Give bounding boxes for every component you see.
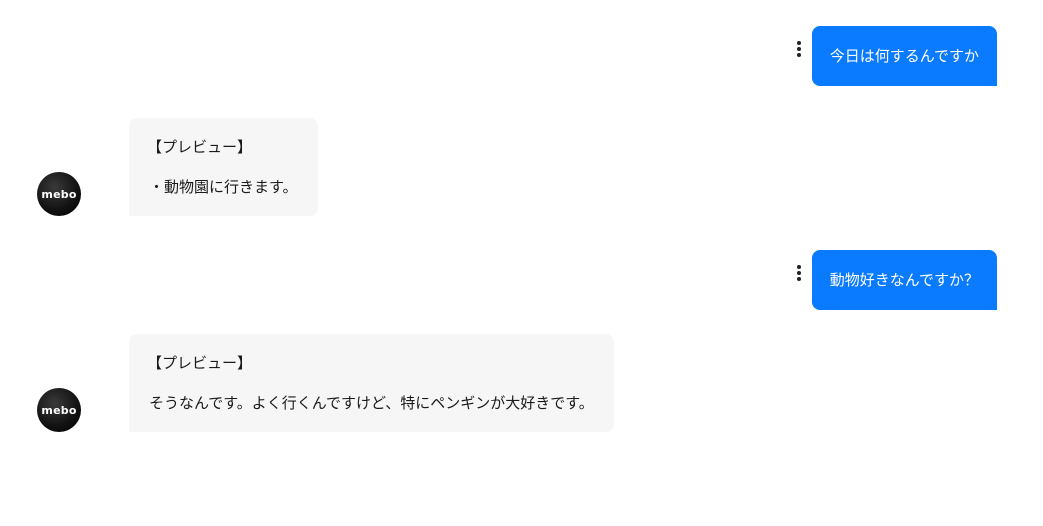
more-vertical-icon[interactable] <box>791 41 807 65</box>
avatar: mebo <box>37 388 81 432</box>
bot-message: mebo 【プレビュー】 ・動物園に行きます。 <box>37 118 318 216</box>
more-vertical-icon[interactable] <box>791 265 807 289</box>
bot-message-bubble: 【プレビュー】 そうなんです。よく行くんですけど、特にペンギンが大好きです。 <box>129 334 614 432</box>
user-message: 動物好きなんですか？ <box>791 250 997 310</box>
bot-message-text: ・動物園に行きます。 <box>149 178 298 196</box>
bot-message: mebo 【プレビュー】 そうなんです。よく行くんですけど、特にペンギンが大好き… <box>37 334 614 432</box>
preview-heading: 【プレビュー】 <box>147 354 253 372</box>
avatar: mebo <box>37 172 81 216</box>
preview-heading: 【プレビュー】 <box>147 138 253 156</box>
user-message-bubble: 動物好きなんですか？ <box>811 250 997 310</box>
user-message-bubble: 今日は何するんですか <box>811 26 997 86</box>
chat-thread: 今日は何するんですか mebo 【プレビュー】 ・動物園に行きます。 動物好きな… <box>0 0 1043 526</box>
bot-message-bubble: 【プレビュー】 ・動物園に行きます。 <box>129 118 318 216</box>
user-message: 今日は何するんですか <box>791 26 997 86</box>
bot-message-text: そうなんです。よく行くんですけど、特にペンギンが大好きです。 <box>149 394 594 412</box>
